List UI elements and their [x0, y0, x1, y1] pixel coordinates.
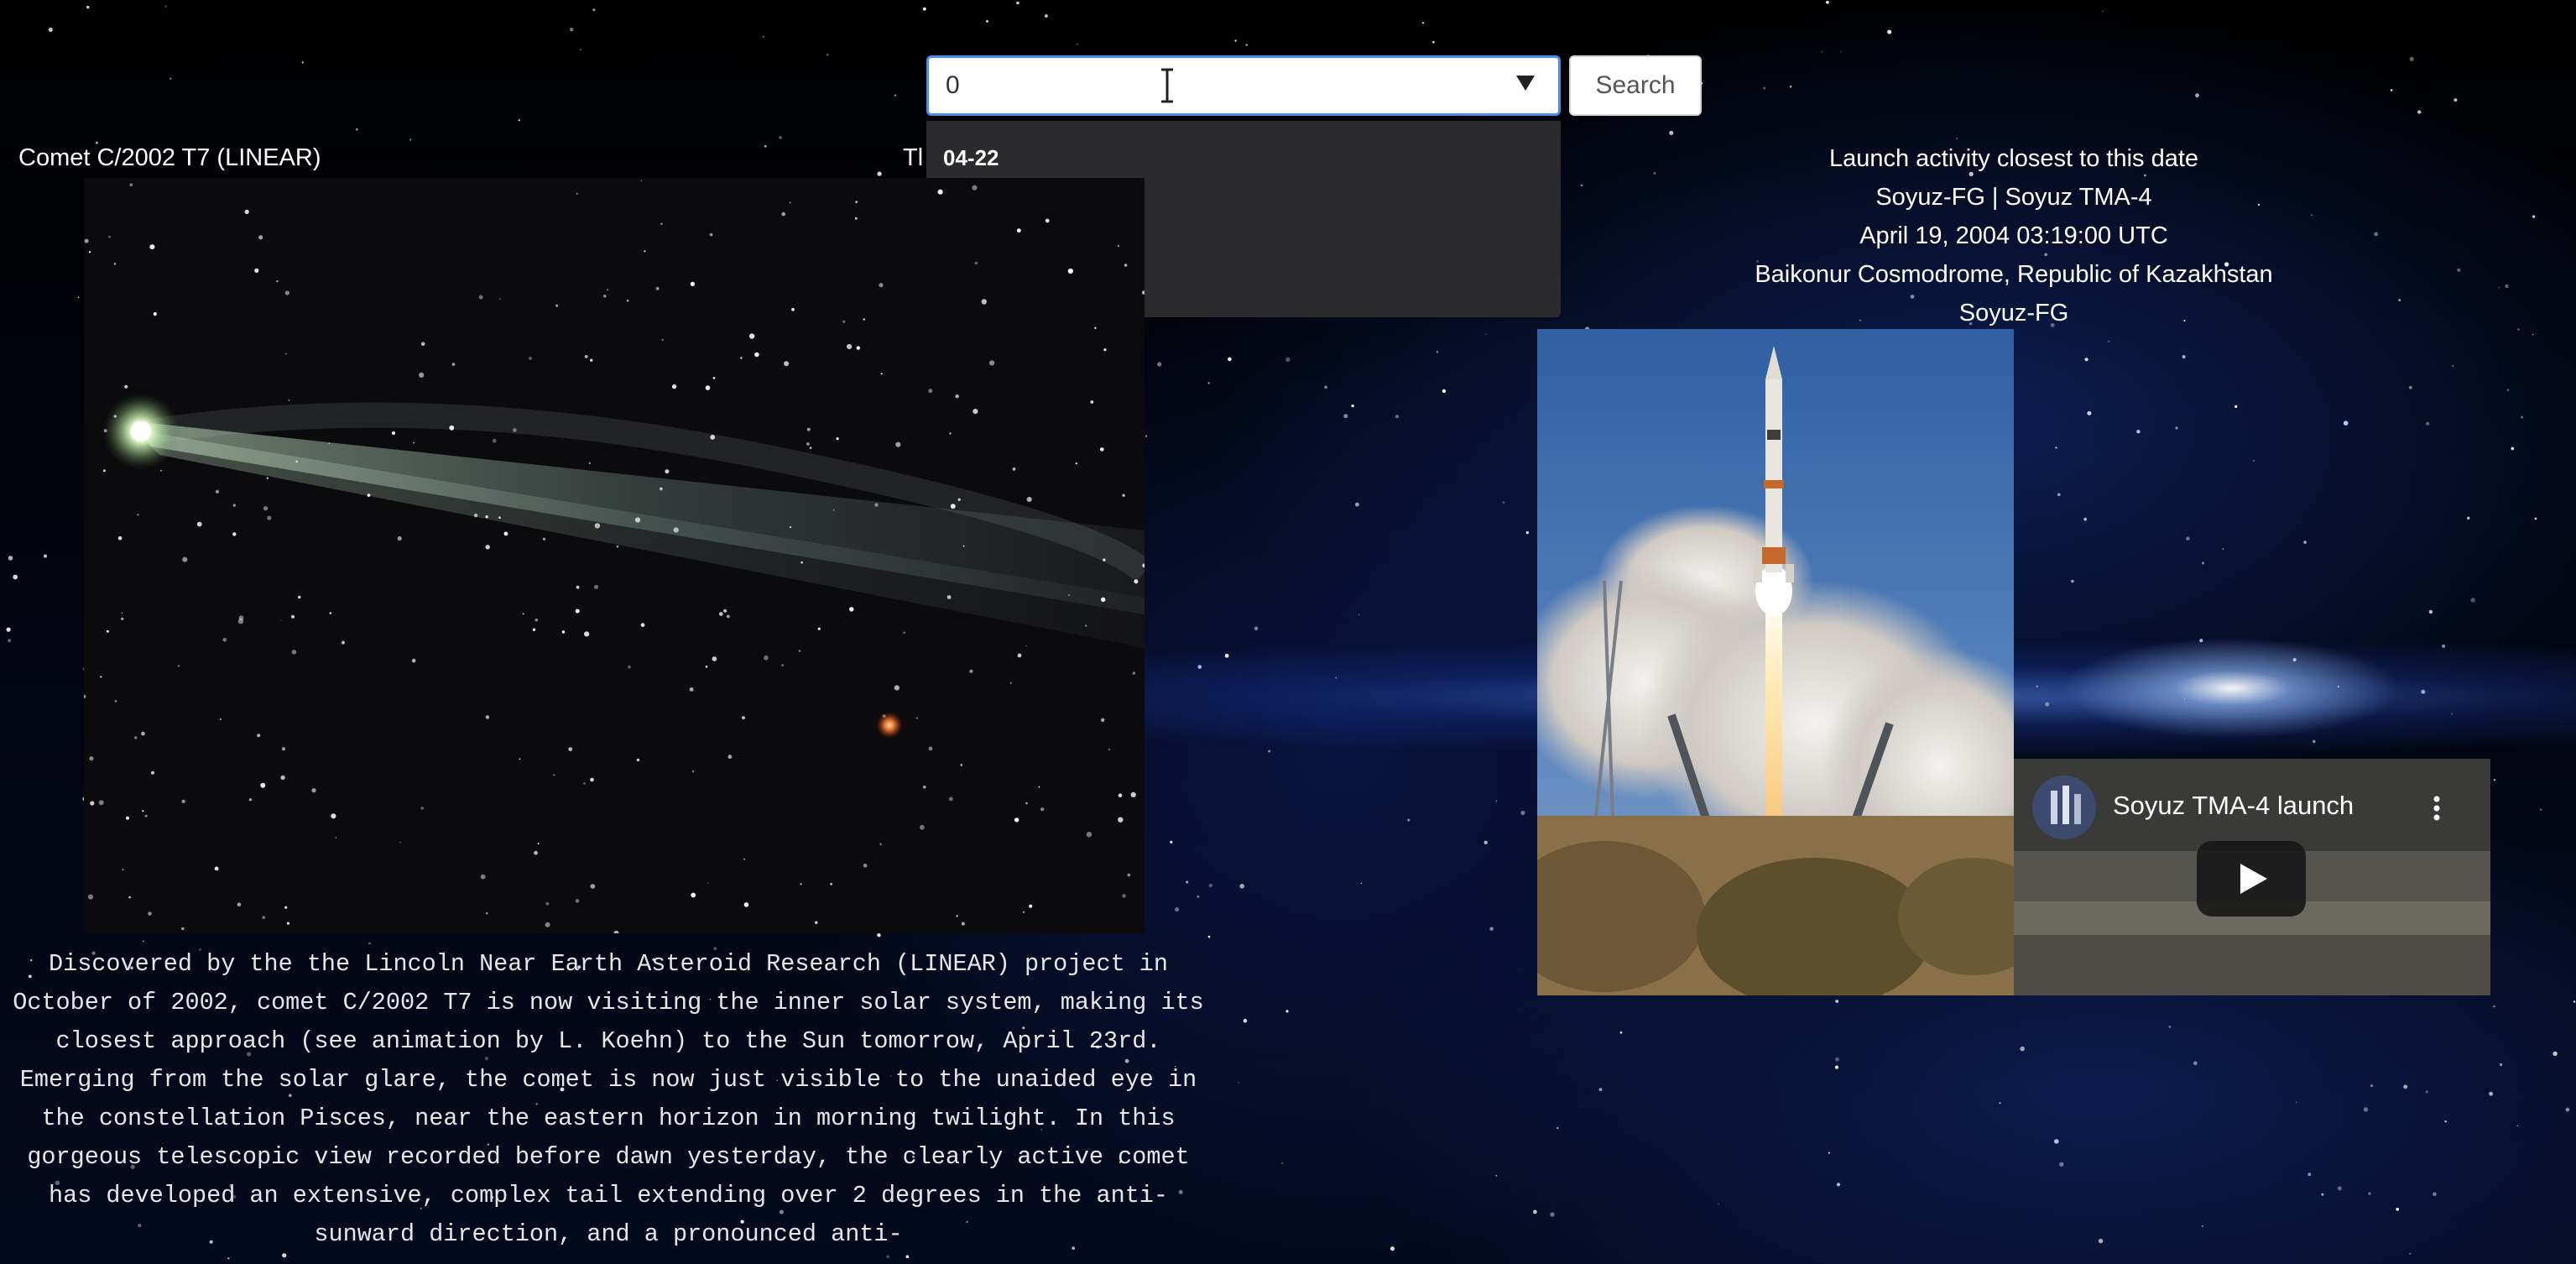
- rocket-launch-photo: [1537, 329, 2014, 995]
- date-search-input[interactable]: [929, 60, 1501, 112]
- date-search-combobox[interactable]: [926, 55, 1561, 116]
- apod-explanation: Discovered by the the Lincoln Near Earth…: [13, 950, 1204, 1248]
- youtube-video-embed[interactable]: Soyuz TMA-4 launch: [2014, 759, 2490, 995]
- dropdown-arrow-icon[interactable]: [1516, 76, 1535, 91]
- search-button[interactable]: Search: [1569, 55, 1702, 116]
- launch-name: Soyuz-FG | Soyuz TMA-4: [1875, 184, 2152, 211]
- launch-datetime: April 19, 2004 03:19:00 UTC: [1859, 222, 2168, 249]
- launch-heading: Launch activity closest to this date: [1828, 145, 2199, 172]
- play-icon: [2240, 864, 2267, 894]
- channel-avatar[interactable]: [2032, 776, 2096, 839]
- more-vertical-icon[interactable]: [2433, 796, 2440, 821]
- search-bar: Search: [926, 55, 1702, 116]
- launch-location: Baikonur Cosmodrome, Republic of Kazakhs…: [1755, 261, 2273, 288]
- comet-photo: [84, 178, 1145, 933]
- apod-title: Comet C/2002 T7 (LINEAR): [18, 144, 321, 171]
- launch-info: Launch activity closest to this date Soy…: [1645, 139, 2383, 332]
- text-cursor-icon: [1161, 68, 1173, 103]
- clipped-heading: Tl: [903, 144, 924, 171]
- launch-rocket: Soyuz-FG: [1958, 300, 2069, 326]
- video-title[interactable]: Soyuz TMA-4 launch: [2113, 791, 2354, 821]
- play-button[interactable]: [2197, 841, 2306, 917]
